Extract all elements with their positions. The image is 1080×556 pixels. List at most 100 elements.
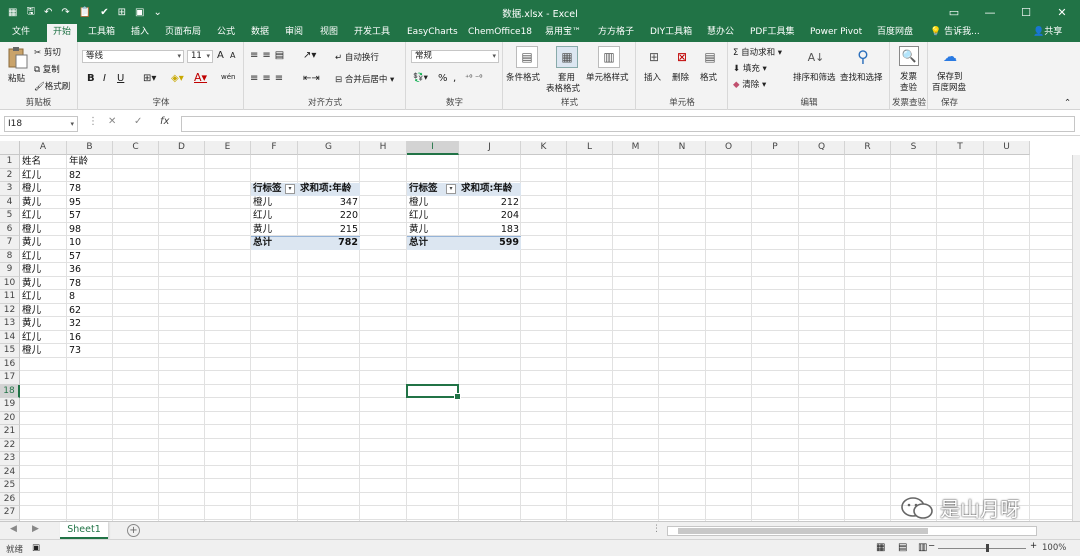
shrink-font-button[interactable]: A: [230, 51, 235, 60]
bold-button[interactable]: B: [87, 73, 95, 84]
column-header[interactable]: B: [67, 141, 113, 155]
row-header[interactable]: 6: [0, 222, 20, 236]
age-cell[interactable]: 78: [67, 278, 113, 290]
age-cell[interactable]: 57: [67, 210, 113, 222]
tab-formulas[interactable]: 公式: [217, 24, 235, 42]
row-header[interactable]: 27: [0, 506, 20, 520]
column-header[interactable]: M: [613, 141, 659, 155]
age-cell[interactable]: 16: [67, 332, 113, 344]
page-break-view-icon[interactable]: ▥: [918, 542, 927, 553]
format-cells-label[interactable]: 格式: [700, 71, 717, 83]
pivot-row-label[interactable]: 黄儿: [407, 224, 459, 236]
age-cell[interactable]: 36: [67, 264, 113, 276]
pivot-row-label[interactable]: 红儿: [407, 210, 459, 222]
row-header[interactable]: 4: [0, 195, 20, 209]
insert-cells-icon[interactable]: ⊞: [643, 46, 665, 68]
baidu-cloud-icon[interactable]: ☁: [939, 46, 961, 68]
pivot-value[interactable]: 347: [298, 197, 360, 209]
horizontal-scrollbar[interactable]: [667, 526, 1037, 536]
row-header[interactable]: 16: [0, 357, 20, 371]
age-cell[interactable]: 73: [67, 345, 113, 357]
cell-styles-icon[interactable]: ▥: [598, 46, 620, 68]
cell-styles-label[interactable]: 单元格样式: [586, 71, 629, 83]
format-table-label-2[interactable]: 表格格式: [546, 82, 580, 94]
tab-huibangong[interactable]: 慧办公: [707, 24, 734, 42]
column-header[interactable]: S: [891, 141, 937, 155]
percent-button[interactable]: %: [438, 73, 448, 84]
header-cell[interactable]: 年龄: [67, 156, 113, 168]
maximize-icon[interactable]: ☐: [1008, 0, 1044, 24]
row-header[interactable]: 18: [0, 384, 20, 398]
collapse-ribbon-icon[interactable]: ⌃: [1064, 98, 1071, 108]
fill-button[interactable]: ⬇ 填充 ▾: [733, 62, 767, 74]
ribbon-display-icon[interactable]: ▭: [936, 0, 972, 24]
formula-input[interactable]: [181, 116, 1075, 132]
name-cell[interactable]: 黄儿: [20, 197, 67, 209]
filter-dropdown-icon[interactable]: ▾: [285, 184, 295, 194]
cut-button[interactable]: ✂ 剪切: [34, 46, 61, 58]
name-cell[interactable]: 黄儿: [20, 318, 67, 330]
font-color-icon[interactable]: A▾: [194, 71, 207, 84]
active-cell-selection[interactable]: [406, 383, 461, 400]
scroll-left-icon[interactable]: ⋮: [652, 524, 661, 534]
horizontal-align-icons[interactable]: ≡≡≡: [250, 73, 287, 84]
column-header[interactable]: A: [20, 141, 67, 155]
row-header[interactable]: 8: [0, 249, 20, 263]
pivot-value[interactable]: 212: [459, 197, 521, 209]
font-size-select[interactable]: 11 ▾: [187, 50, 213, 63]
row-header[interactable]: 5: [0, 209, 20, 223]
column-header[interactable]: F: [251, 141, 298, 155]
scroll-thumb[interactable]: [678, 528, 928, 534]
column-header[interactable]: J: [459, 141, 521, 155]
row-header[interactable]: 17: [0, 371, 20, 385]
indent-icons[interactable]: ⇤⇥: [303, 73, 320, 84]
tab-baidu-pan[interactable]: 百度网盘: [877, 24, 913, 42]
save-to-label-2[interactable]: 百度网盘: [932, 81, 966, 93]
pivot-value-header[interactable]: 求和项:年龄: [298, 183, 360, 195]
tab-pdf-tools[interactable]: PDF工具集: [750, 24, 795, 42]
number-format-select[interactable]: 常规 ▾: [411, 50, 499, 63]
format-cells-icon[interactable]: ▤: [699, 46, 721, 68]
age-cell[interactable]: 62: [67, 305, 113, 317]
delete-cells-label[interactable]: 删除: [672, 71, 689, 83]
pivot-row-label[interactable]: 橙儿: [407, 197, 459, 209]
header-cell[interactable]: 姓名: [20, 156, 67, 168]
column-header[interactable]: I: [407, 141, 459, 155]
tab-chemoffice[interactable]: ChemOffice18: [468, 24, 532, 42]
font-name-select[interactable]: 等线 ▾: [82, 50, 184, 63]
page-layout-view-icon[interactable]: ▤: [898, 542, 907, 553]
filter-dropdown-icon[interactable]: ▾: [446, 184, 456, 194]
tab-fangfang[interactable]: 方方格子: [598, 24, 634, 42]
insert-cells-label[interactable]: 插入: [644, 71, 661, 83]
vertical-scrollbar[interactable]: [1072, 155, 1080, 521]
column-header[interactable]: R: [845, 141, 891, 155]
row-header[interactable]: 20: [0, 411, 20, 425]
zoom-level[interactable]: 100%: [1042, 543, 1066, 553]
tab-file[interactable]: 文件: [12, 24, 30, 42]
tab-insert[interactable]: 插入: [131, 24, 149, 42]
row-header[interactable]: 2: [0, 168, 20, 182]
tell-me-search[interactable]: 💡 告诉我...: [930, 24, 980, 41]
column-header[interactable]: O: [706, 141, 752, 155]
row-header[interactable]: 9: [0, 263, 20, 277]
name-cell[interactable]: 红儿: [20, 332, 67, 344]
tab-page-layout[interactable]: 页面布局: [165, 24, 201, 42]
age-cell[interactable]: 57: [67, 251, 113, 263]
find-select-label[interactable]: 查找和选择: [840, 71, 883, 83]
name-cell[interactable]: 红儿: [20, 251, 67, 263]
name-cell[interactable]: 黄儿: [20, 237, 67, 249]
name-box[interactable]: I18 ▾: [4, 116, 78, 132]
age-cell[interactable]: 82: [67, 170, 113, 182]
next-sheet-icon[interactable]: ▶: [32, 524, 39, 534]
name-cell[interactable]: 红儿: [20, 291, 67, 303]
wrap-text-button[interactable]: ↵ 自动换行: [335, 51, 379, 63]
select-all-corner[interactable]: [0, 141, 20, 155]
row-header[interactable]: 3: [0, 182, 20, 196]
name-cell[interactable]: 橙儿: [20, 224, 67, 236]
pivot-value[interactable]: 215: [298, 224, 360, 236]
row-header[interactable]: 19: [0, 398, 20, 412]
zoom-slider[interactable]: [938, 548, 1026, 549]
row-header[interactable]: 7: [0, 236, 20, 250]
pivot-value[interactable]: 204: [459, 210, 521, 222]
pivot-row-label[interactable]: 橙儿: [251, 197, 298, 209]
